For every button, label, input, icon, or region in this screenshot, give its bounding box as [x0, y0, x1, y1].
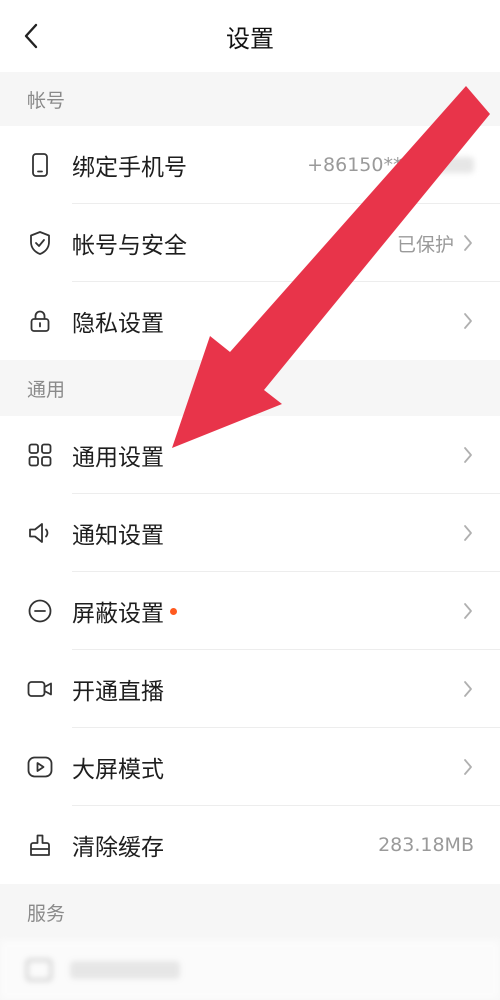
security-status: 已保护: [396, 233, 454, 256]
lock-icon: [26, 307, 54, 335]
row-label: 绑定手机号: [72, 155, 187, 181]
section-header-general: 通用: [0, 360, 500, 416]
grid-icon: [26, 441, 54, 469]
back-button[interactable]: [14, 18, 48, 54]
speaker-icon: [26, 519, 54, 547]
general-group: 通用设置 通知设置 屏蔽设置 开通直播 大屏模式 清除缓存 283.18MB: [0, 416, 500, 884]
chevron-right-icon: [462, 311, 474, 331]
obscured-icon: [26, 959, 52, 981]
settings-row-obscured[interactable]: [0, 940, 500, 1000]
row-label: 清除缓存: [72, 835, 164, 861]
settings-row-bind-phone[interactable]: 绑定手机号 +86150***: [0, 126, 500, 204]
cache-size: 283.18MB: [378, 834, 474, 856]
row-label: 屏蔽设置: [72, 594, 177, 628]
row-label: 隐私设置: [72, 311, 164, 337]
chevron-right-icon: [462, 523, 474, 543]
row-label-text: 屏蔽设置: [72, 601, 164, 627]
phone-number-masked: [414, 157, 474, 173]
row-label: 帐号与安全: [72, 233, 187, 259]
obscured-label: [70, 961, 180, 979]
row-label: 开通直播: [72, 679, 164, 705]
chevron-left-icon: [24, 23, 38, 49]
page-title: 设置: [226, 24, 274, 53]
settings-row-clear-cache[interactable]: 清除缓存 283.18MB: [0, 806, 500, 884]
section-header-account: 帐号: [0, 72, 500, 126]
broom-icon: [26, 831, 54, 859]
settings-row-notifications[interactable]: 通知设置: [0, 494, 500, 572]
phone-number-value: +86150***: [307, 154, 474, 176]
chevron-right-icon: [462, 601, 474, 621]
chevron-right-icon: [462, 445, 474, 465]
settings-row-privacy[interactable]: 隐私设置: [0, 282, 500, 360]
settings-row-big-screen[interactable]: 大屏模式: [0, 728, 500, 806]
phone-number-text: +86150***: [307, 154, 412, 176]
chevron-right-icon: [462, 679, 474, 699]
row-label: 大屏模式: [72, 757, 164, 783]
settings-row-account-security[interactable]: 帐号与安全 已保护: [0, 204, 500, 282]
settings-row-general[interactable]: 通用设置: [0, 416, 500, 494]
row-label: 通用设置: [72, 445, 164, 471]
section-header-service: 服务: [0, 884, 500, 940]
shield-icon: [26, 229, 54, 257]
phone-icon: [26, 151, 54, 179]
block-icon: [26, 597, 54, 625]
play-screen-icon: [26, 753, 54, 781]
video-camera-icon: [26, 675, 54, 703]
account-group: 绑定手机号 +86150*** 帐号与安全 已保护 隐私设置: [0, 126, 500, 360]
chevron-right-icon: [462, 757, 474, 777]
chevron-right-icon: [462, 233, 474, 253]
new-badge-dot: [170, 607, 177, 615]
row-label: 通知设置: [72, 523, 164, 549]
settings-row-live[interactable]: 开通直播: [0, 650, 500, 728]
settings-row-block[interactable]: 屏蔽设置: [0, 572, 500, 650]
top-bar: 设置: [0, 0, 500, 72]
